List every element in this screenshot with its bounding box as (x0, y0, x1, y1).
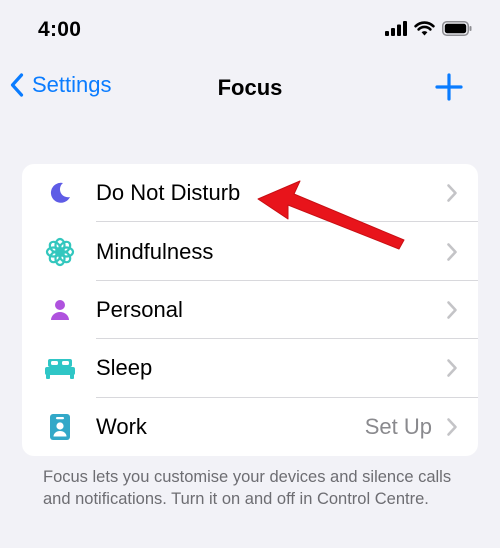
status-bar: 4:00 (0, 0, 500, 60)
cellular-signal-icon (385, 20, 407, 36)
chevron-right-icon (447, 301, 457, 319)
flower-icon (42, 234, 78, 270)
focus-row-label: Mindfulness (96, 238, 214, 264)
back-button-label: Settings (32, 72, 112, 97)
chevron-right-icon (447, 184, 457, 202)
battery-icon (442, 20, 472, 36)
set-up-value: Set Up (364, 413, 432, 439)
focus-row-label: Work (96, 413, 147, 439)
focus-row-sleep[interactable]: Sleep (22, 339, 478, 398)
plus-icon (435, 73, 463, 101)
wifi-icon (414, 21, 435, 36)
bed-icon (42, 350, 78, 386)
focus-row-label: Personal (96, 296, 183, 322)
chevron-right-icon (447, 417, 457, 436)
focus-row-do-not-disturb[interactable]: Do Not Disturb (22, 164, 478, 223)
navigation-bar: Settings Focus (0, 60, 500, 116)
chevron-right-icon (447, 242, 457, 261)
focus-row-mindfulness[interactable]: Mindfulness (22, 222, 478, 281)
footer-description: Focus lets you customise your devices an… (43, 468, 452, 508)
add-focus-button[interactable] (434, 72, 464, 102)
back-button[interactable]: Settings (10, 72, 112, 98)
focus-row-label: Sleep (96, 355, 153, 381)
moon-icon (42, 175, 78, 211)
id-badge-icon (42, 409, 78, 445)
status-icons (385, 20, 472, 36)
focus-row-work[interactable]: Work Set Up (22, 398, 478, 456)
focus-row-label: Do Not Disturb (96, 180, 241, 206)
focus-list: Do Not Disturb Mindfulness Personal Slee… (22, 164, 478, 456)
chevron-right-icon (447, 359, 457, 378)
chevron-left-icon (10, 73, 24, 97)
person-icon (42, 292, 78, 328)
focus-row-personal[interactable]: Personal (22, 281, 478, 340)
status-time: 4:00 (38, 18, 82, 41)
